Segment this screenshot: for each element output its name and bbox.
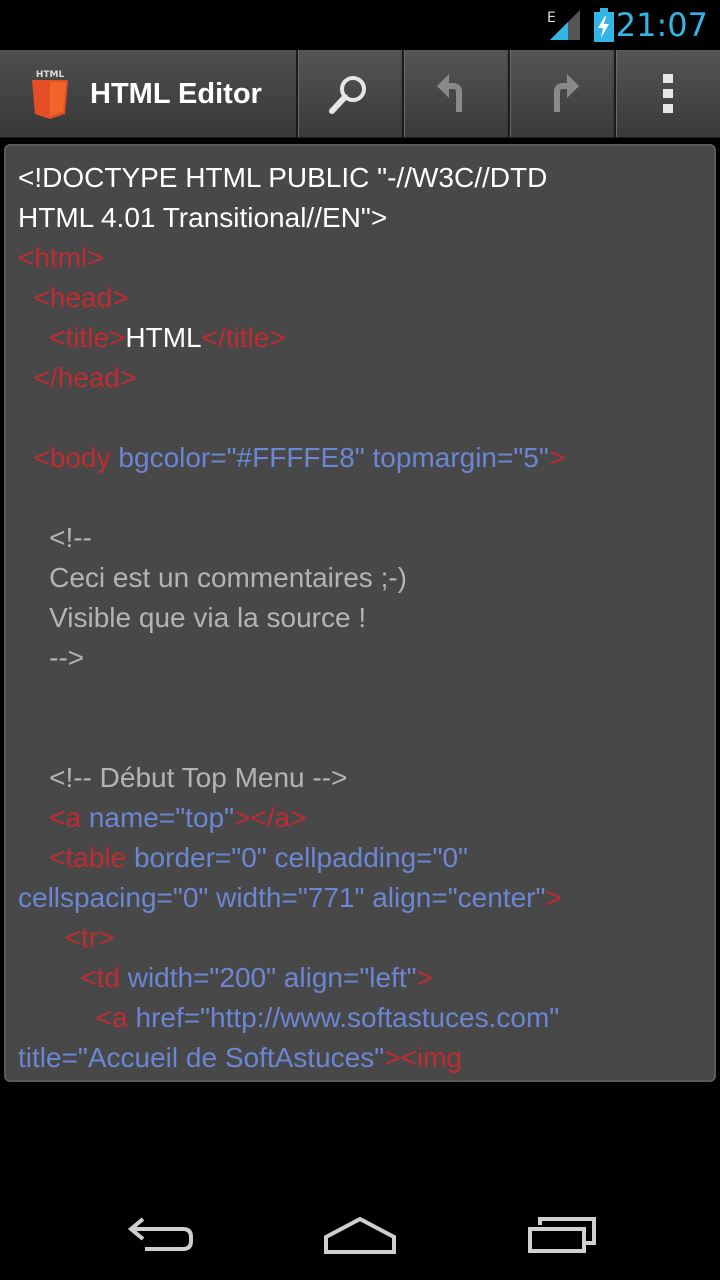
code-token-cmt: <!--: [18, 522, 92, 553]
code-line[interactable]: <a href="http://www.softastuces.com": [18, 998, 714, 1038]
code-token-tag: ><img: [384, 1042, 463, 1073]
code-line[interactable]: title="Accueil de SoftAstuces"><img: [18, 1038, 714, 1078]
code-token-tag: ></a>: [234, 802, 307, 833]
code-token-tag: >: [545, 882, 562, 913]
overflow-menu-icon: [663, 73, 673, 113]
code-line[interactable]: <!DOCTYPE HTML PUBLIC "-//W3C//DTD: [18, 158, 714, 198]
status-bar: E 21:07: [0, 0, 720, 50]
redo-button[interactable]: [508, 50, 612, 137]
code-token-attr: cellspacing="0" width="771" align="cente…: [18, 882, 546, 913]
code-token-text: HTML: [125, 322, 202, 353]
code-token-tag: <a: [95, 1002, 128, 1033]
code-line[interactable]: -->: [18, 638, 714, 678]
code-line[interactable]: [18, 718, 714, 758]
battery-charging-icon: [594, 8, 614, 42]
code-line[interactable]: HTML 4.01 Transitional//EN">: [18, 198, 714, 238]
code-line[interactable]: Visible que via la source !: [18, 598, 714, 638]
code-line[interactable]: <body bgcolor="#FFFFE8" topmargin="5">: [18, 438, 714, 478]
code-token-tag: <head>: [33, 282, 129, 313]
code-token-attr: href="http://www.softastuces.com": [127, 1002, 560, 1033]
back-icon: [127, 1217, 193, 1251]
undo-button[interactable]: [402, 50, 506, 137]
code-line[interactable]: <a name="top"></a>: [18, 798, 714, 838]
action-bar: HTML HTML Editor: [0, 50, 720, 138]
code-line[interactable]: <table border="0" cellpadding="0": [18, 838, 714, 878]
code-token-tag: >: [548, 442, 566, 473]
code-line[interactable]: <html>: [18, 238, 714, 278]
redo-icon: [554, 73, 579, 112]
code-line[interactable]: <!--: [18, 518, 714, 558]
code-token-cmt: -->: [18, 642, 85, 673]
app-icon-label: HTML: [36, 70, 65, 80]
code-token-tag: <tr>: [64, 922, 115, 953]
html5-app-icon: HTML: [32, 70, 68, 119]
back-button[interactable]: [100, 1200, 220, 1270]
code-line[interactable]: cellspacing="0" width="771" align="cente…: [18, 878, 714, 918]
code-line[interactable]: Ceci est un commentaires ;-): [18, 558, 714, 598]
code-token-attr: bgcolor="#FFFFE8" topmargin="5": [110, 442, 549, 473]
code-token-tag: <td: [80, 962, 120, 993]
navigation-bar: [0, 1182, 720, 1280]
code-token-attr: name="top": [81, 802, 235, 833]
code-editor[interactable]: <!DOCTYPE HTML PUBLIC "-//W3C//DTD HTML 4…: [4, 144, 716, 1082]
code-token-text: HTML 4.01 Transitional//EN">: [18, 202, 388, 233]
code-token-attr: title="Accueil de SoftAstuces": [18, 1042, 385, 1073]
code-token-tag: <table: [49, 842, 127, 873]
code-token-attr: border="0" cellpadding="0": [126, 842, 468, 873]
code-line[interactable]: <tr>: [18, 918, 714, 958]
app-title-area[interactable]: HTML HTML Editor: [0, 50, 296, 137]
status-time: 21:07: [615, 6, 708, 44]
code-line[interactable]: [18, 398, 714, 438]
undo-icon: [437, 73, 462, 112]
signal-icon: E: [547, 10, 580, 40]
code-line[interactable]: [18, 678, 714, 718]
code-token-tag: >: [416, 962, 433, 993]
code-line[interactable]: <td width="200" align="left">: [18, 958, 714, 998]
code-line[interactable]: [18, 478, 714, 518]
search-icon: [329, 75, 366, 114]
code-token-text: <!DOCTYPE HTML PUBLIC "-//W3C//DTD: [18, 162, 548, 193]
code-token-tag: <body: [33, 442, 111, 473]
code-token-cmt: <!-- Début Top Menu -->: [18, 762, 348, 793]
code-line[interactable]: <!-- Début Top Menu -->: [18, 758, 714, 798]
overflow-menu-button[interactable]: [614, 50, 720, 137]
code-token-cmt: Visible que via la source !: [18, 602, 367, 633]
network-type-label: E: [547, 10, 556, 26]
code-token-tag: </title>: [201, 322, 286, 353]
code-token-cmt: Ceci est un commentaires ;-): [18, 562, 408, 593]
code-token-tag: </head>: [33, 362, 137, 393]
code-token-attr: width="200" align="left": [119, 962, 417, 993]
home-button[interactable]: [300, 1200, 420, 1270]
recent-apps-icon: [528, 1217, 596, 1253]
code-line[interactable]: </head>: [18, 358, 714, 398]
recent-apps-button[interactable]: [502, 1200, 622, 1270]
app-title: HTML Editor: [90, 78, 262, 110]
code-line[interactable]: <title>HTML</title>: [18, 318, 714, 358]
code-token-tag: <title>: [49, 322, 126, 353]
search-button[interactable]: [296, 50, 400, 137]
code-line[interactable]: <head>: [18, 278, 714, 318]
code-token-tag: <a: [49, 802, 82, 833]
code-token-tag: <html>: [18, 242, 104, 273]
home-icon: [324, 1216, 396, 1254]
